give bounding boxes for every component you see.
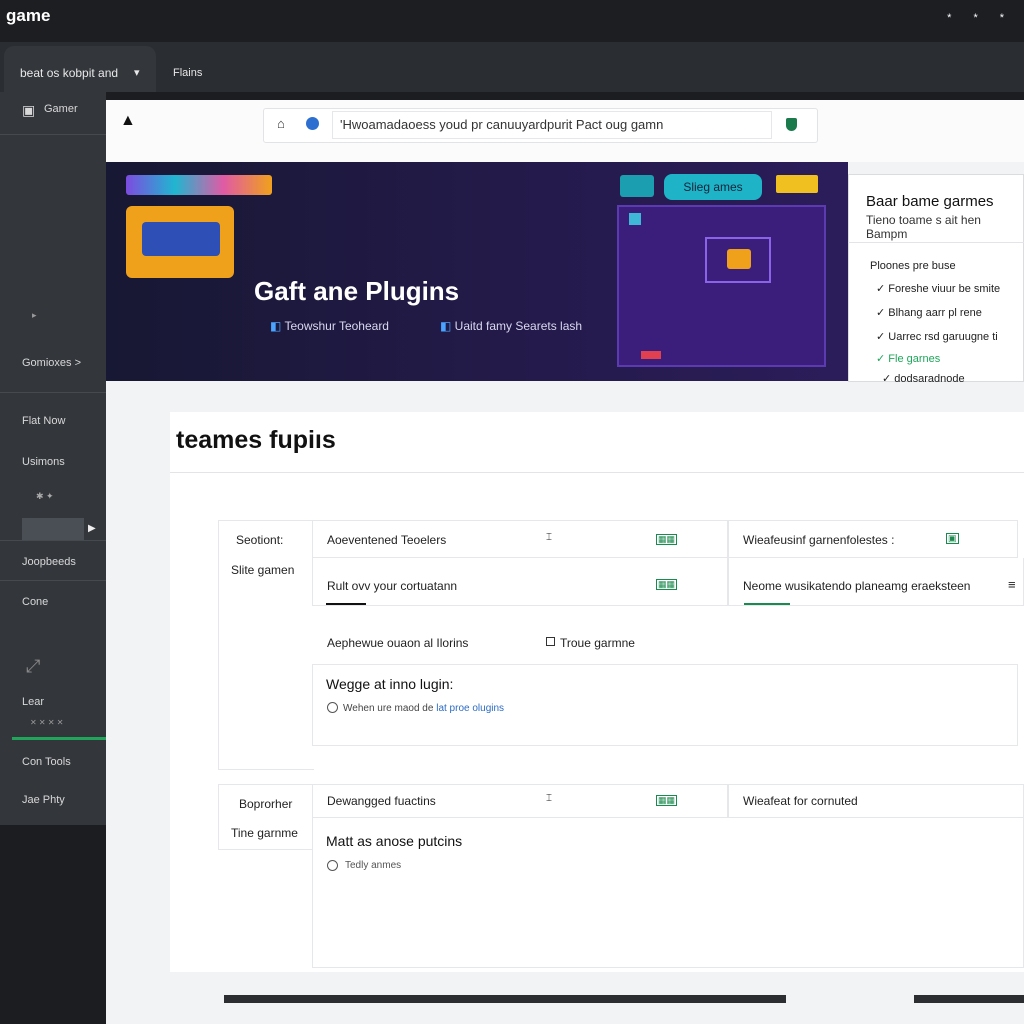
option-label: Aephewue ouaon al Ilorins: [327, 636, 469, 650]
group1-sublabel: Slite gamen: [231, 563, 295, 577]
menu-icon[interactable]: ≡: [1008, 577, 1016, 592]
game-preview[interactable]: [617, 205, 826, 367]
sidebar-item-lear[interactable]: Lear: [22, 696, 44, 708]
logo-icon: ▲: [120, 112, 136, 129]
sidebar-divider: [0, 134, 106, 135]
minimize-icon[interactable]: *: [947, 12, 951, 24]
info-item[interactable]: ✓ Blhang aarr pl rene: [876, 306, 982, 319]
sidebar-divider: [0, 392, 106, 393]
info-heading: Ploones pre buse: [870, 260, 956, 272]
banner-link-right[interactable]: ◧ Uaitd famy Searets lash: [440, 319, 582, 333]
info-item-active[interactable]: ✓ Fle garnes: [876, 352, 940, 365]
dots-icon: ✕ ✕ ✕ ✕: [30, 718, 64, 727]
banner-link-left[interactable]: ◧ Teowshur Teoheard: [270, 319, 389, 333]
sidebar-item-users[interactable]: Usimons: [22, 456, 65, 468]
radio-label[interactable]: Tedly anmes: [345, 860, 401, 871]
banner-title: Gaft ane Plugins: [254, 276, 460, 306]
app-title: game: [6, 6, 51, 25]
save-icon[interactable]: ▣: [946, 533, 959, 544]
grid-icon[interactable]: ▦▦: [656, 534, 678, 545]
arrow-right-icon[interactable]: ▶: [88, 523, 96, 534]
tile-icon: [629, 213, 641, 225]
info-subtitle: Tieno toame s ait hen Bampm: [866, 213, 981, 241]
tab-second[interactable]: Flains: [173, 67, 202, 79]
group2-label: Boprorher: [239, 797, 293, 811]
plugin-box-title: Wegge at inno lugin:: [326, 676, 454, 692]
tile-icon: [641, 351, 661, 359]
pin-icon: ✱ ✦: [36, 491, 54, 501]
section-divider: [170, 472, 1024, 473]
character-icon: [727, 249, 751, 269]
option-label: Aoeventened Teoelers: [327, 533, 447, 547]
gamepad-icon[interactable]: [620, 175, 654, 197]
group1-label: Seotiont:: [236, 533, 284, 547]
window-controls: * * *: [947, 12, 1004, 24]
group-label-panel: [218, 520, 314, 770]
sidebar-item-joopbeeds[interactable]: Joopbeeds: [22, 556, 76, 568]
grid-icon[interactable]: ▦▦: [656, 795, 678, 806]
banner-action-button[interactable]: Slieg ames: [664, 174, 762, 200]
panel-edge: [914, 995, 1024, 1003]
cursor-icon: ⌶: [546, 793, 552, 804]
section-title: teames fupiıs: [176, 426, 336, 454]
radio-button[interactable]: [327, 702, 338, 713]
sidebar-item-con-tools[interactable]: Con Tools: [22, 756, 71, 768]
option-label: Dewangged fuactins: [327, 794, 436, 808]
sidebar-search-box[interactable]: [22, 518, 84, 540]
cursor-icon: ⌶: [546, 532, 552, 543]
ticket-icon[interactable]: [776, 175, 818, 193]
group2-sublabel: Tine garnme: [231, 826, 298, 840]
radio-button[interactable]: [327, 860, 338, 871]
radio-label[interactable]: Wehen ure maod de lat proe olugins: [343, 703, 504, 714]
chevron-down-icon[interactable]: ▾: [134, 66, 140, 79]
info-item[interactable]: ✓ dodsaradnode: [882, 372, 965, 385]
gamepad-icon: ▣: [22, 102, 36, 118]
lock-icon: ⌂: [277, 116, 285, 131]
sidebar-active-indicator: [12, 737, 106, 740]
option-label: Wieafeat for cornuted: [743, 794, 858, 808]
url-text[interactable]: 'Hwoamadaoess youd pr canuuyardpurit Pac…: [340, 117, 663, 132]
sidebar-item-jae-phty[interactable]: Jae Phty: [22, 794, 65, 806]
option-label: Wieafeusinf garnenfolestes :: [743, 533, 895, 547]
group-label-panel: [218, 784, 314, 850]
sidebar-item-games[interactable]: Gomioxes >: [22, 357, 81, 369]
game-icons-strip: [126, 175, 272, 195]
info-item[interactable]: ✓ Foreshe viuur be smite: [876, 282, 1000, 295]
active-underline: [744, 603, 790, 605]
info-item[interactable]: ✓ Uarrec rsd garuugne ti: [876, 330, 998, 343]
grid-icon[interactable]: ▦▦: [656, 579, 678, 590]
plugin-box-title: Matt as anose putcins: [326, 833, 463, 849]
sidebar-header: Gamer: [44, 103, 78, 115]
option-label: Rult ovv your cortuatann: [327, 579, 458, 593]
panel-edge: [224, 995, 786, 1003]
title-bar: [0, 0, 1024, 42]
collapse-icon[interactable]: ▸: [32, 310, 37, 321]
option-label: Neome wusikatendo planeamg eraeksteen: [743, 579, 971, 593]
game-logo-inner: [142, 222, 220, 256]
sidebar-divider: [0, 580, 106, 581]
globe-icon: [306, 117, 319, 130]
tab-active-label[interactable]: beat os kobpit and: [20, 66, 118, 80]
info-divider: [848, 242, 1024, 243]
sidebar-item-cone[interactable]: Cone: [22, 596, 48, 608]
close-icon[interactable]: *: [1000, 12, 1004, 24]
signal-icon: ⤢: [26, 656, 41, 676]
sidebar-divider: [0, 540, 106, 541]
checkbox[interactable]: [546, 637, 555, 646]
sidebar-item-flat-now[interactable]: Flat Now: [22, 415, 65, 427]
link-icon: ◧: [270, 319, 285, 333]
shield-icon[interactable]: [786, 118, 797, 131]
info-title: Baar bame garmes: [866, 193, 994, 210]
active-underline: [326, 603, 366, 605]
link-icon: ◧: [440, 319, 455, 333]
maximize-icon[interactable]: *: [973, 12, 977, 24]
checkbox-label: Troue garmne: [560, 636, 635, 650]
